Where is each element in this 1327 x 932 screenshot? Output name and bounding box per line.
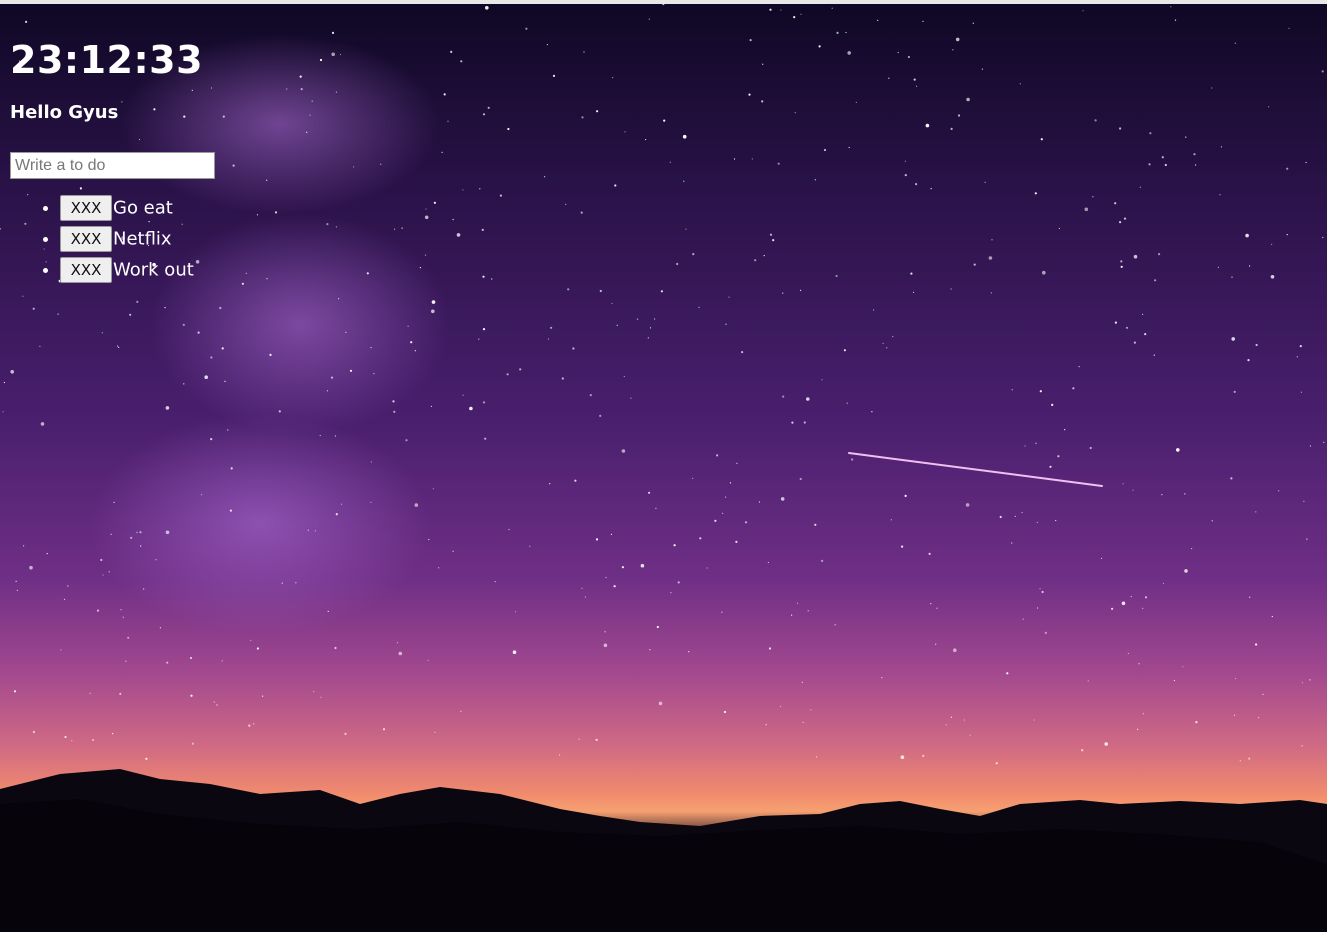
todo-list: XXXGo eat XXXNetflix XXXWork out — [10, 193, 215, 286]
browser-top-border — [0, 0, 1327, 4]
main-content: 23:12:33 Hello Gyus XXXGo eat XXXNetflix… — [10, 40, 215, 286]
delete-todo-button[interactable]: XXX — [60, 226, 112, 252]
todo-item: XXXNetflix — [60, 224, 215, 255]
delete-todo-button[interactable]: XXX — [60, 257, 112, 283]
todo-item: XXXWork out — [60, 255, 215, 286]
todo-form — [10, 152, 215, 179]
clock-display: 23:12:33 — [10, 38, 204, 82]
todo-text: Netflix — [113, 228, 172, 250]
todo-text: Work out — [113, 259, 194, 281]
greeting-text: Hello Gyus — [10, 102, 119, 123]
todo-text: Go eat — [113, 197, 173, 219]
delete-todo-button[interactable]: XXX — [60, 195, 112, 221]
todo-input[interactable] — [10, 152, 215, 179]
todo-item: XXXGo eat — [60, 193, 215, 224]
